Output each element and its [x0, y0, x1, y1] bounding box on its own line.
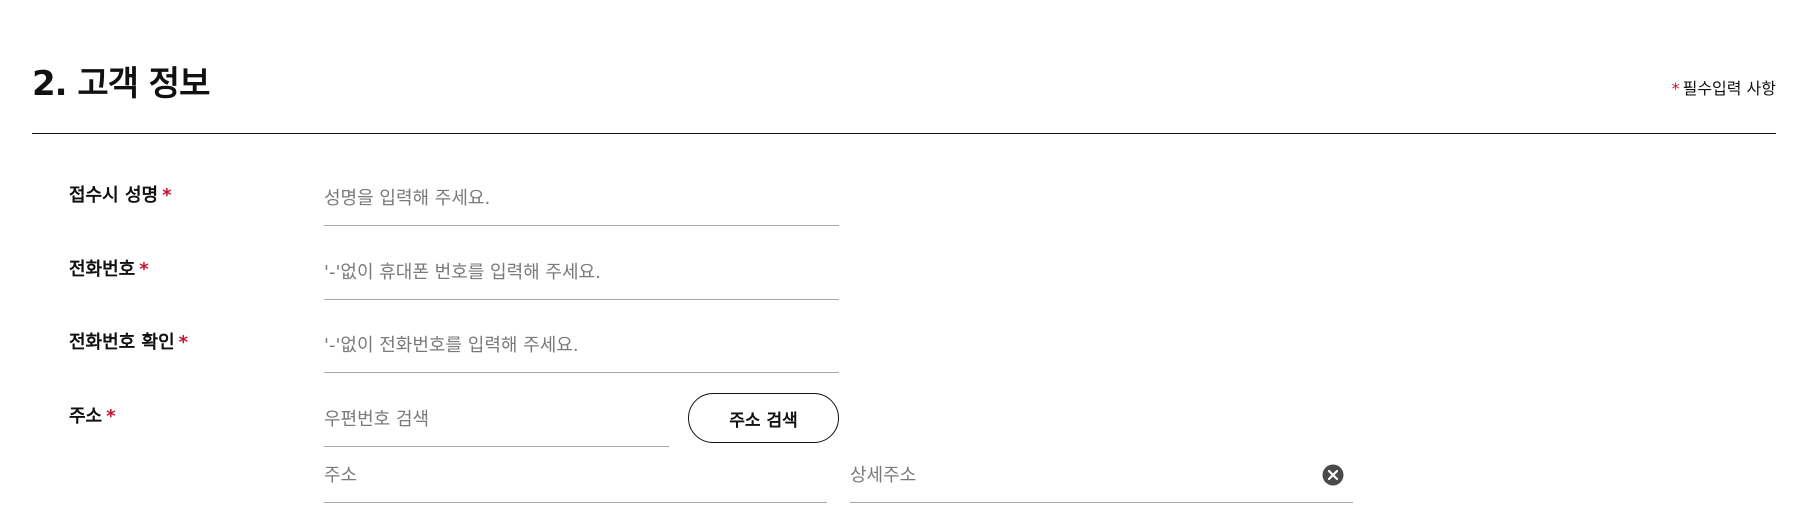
- phone-confirm-required-asterisk: *: [178, 332, 189, 353]
- section-divider: [32, 133, 1776, 134]
- required-note-text: 필수입력 사항: [1682, 79, 1776, 98]
- phone-confirm-label: 전화번호 확인 *: [69, 331, 188, 355]
- required-note: * 필수입력 사항: [1672, 78, 1776, 100]
- phone-label-text: 전화번호: [69, 259, 136, 280]
- name-required-asterisk: *: [162, 185, 172, 206]
- section-title: 2. 고객 정보: [32, 64, 210, 104]
- address-label-text: 주소: [69, 406, 103, 427]
- name-label-text: 접수시 성명: [69, 185, 159, 206]
- clear-icon-graphic: [1322, 464, 1344, 486]
- name-label: 접수시 성명 *: [69, 184, 172, 208]
- address-required-asterisk: *: [106, 406, 116, 427]
- postcode-input[interactable]: [324, 405, 669, 447]
- clear-icon[interactable]: [1322, 464, 1344, 486]
- phone-confirm-label-text: 전화번호 확인: [69, 332, 175, 353]
- address-detail-input[interactable]: [850, 461, 1353, 503]
- phone-confirm-input[interactable]: [324, 331, 839, 373]
- required-asterisk: *: [1671, 79, 1680, 98]
- name-input[interactable]: [324, 184, 839, 226]
- phone-label: 전화번호 *: [69, 258, 149, 282]
- phone-required-asterisk: *: [139, 259, 149, 280]
- phone-input[interactable]: [324, 258, 839, 300]
- address-label: 주소 *: [69, 405, 116, 429]
- address-search-button[interactable]: 주소 검색: [688, 393, 839, 443]
- address-input[interactable]: [324, 461, 827, 503]
